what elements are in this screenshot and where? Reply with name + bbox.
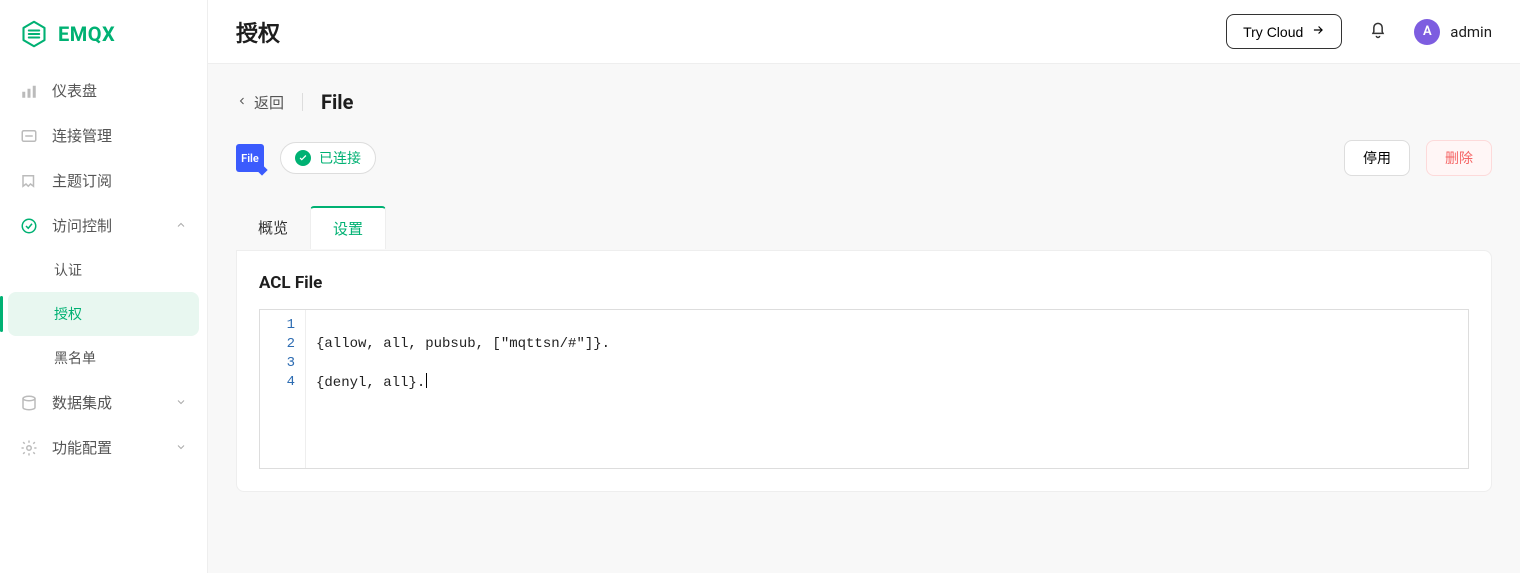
tab-settings[interactable]: 设置 — [310, 206, 386, 249]
sidebar-item-authentication[interactable]: 认证 — [0, 248, 207, 292]
sidebar-item-label: 授权 — [54, 304, 82, 324]
connections-icon — [20, 127, 38, 145]
topbar: 授权 Try Cloud A admin — [208, 0, 1520, 64]
sidebar-item-data-integration[interactable]: 数据集成 — [0, 380, 207, 425]
code-body[interactable]: {allow, all, pubsub, ["mqttsn/#"]}. {den… — [306, 310, 1468, 468]
avatar: A — [1414, 19, 1440, 45]
try-cloud-label: Try Cloud — [1243, 24, 1303, 40]
delete-button[interactable]: 删除 — [1426, 140, 1492, 176]
nav-list: 仪表盘 连接管理 主题订阅 访问控制 认证 授权 — [0, 68, 207, 470]
sidebar-item-label: 仪表盘 — [52, 80, 97, 101]
sidebar-item-authorization[interactable]: 授权 — [8, 292, 199, 336]
panel-title: ACL File — [259, 273, 1469, 293]
content: 返回 File File 已连接 停用 删除 概览 设置 ACL File — [208, 64, 1520, 573]
logo-text: EMQX — [58, 22, 115, 46]
connection-status: 已连接 — [280, 142, 376, 174]
divider — [302, 93, 303, 111]
status-text: 已连接 — [319, 148, 361, 168]
logo[interactable]: EMQX — [0, 20, 207, 68]
shield-check-icon — [20, 217, 38, 235]
back-button[interactable]: 返回 — [236, 92, 284, 113]
chevron-left-icon — [236, 93, 248, 111]
chevron-down-icon — [175, 439, 187, 457]
sidebar-item-label: 认证 — [54, 260, 82, 280]
sidebar-item-access-control[interactable]: 访问控制 — [0, 203, 207, 248]
line-gutter: 1 2 3 4 — [260, 310, 306, 468]
sidebar-item-label: 功能配置 — [52, 437, 112, 458]
code-line-4: {denyl, all}. — [316, 375, 427, 391]
sidebar-item-label: 访问控制 — [52, 215, 112, 236]
check-icon — [295, 150, 311, 166]
notifications-button[interactable] — [1364, 16, 1392, 47]
topbar-right: Try Cloud A admin — [1226, 14, 1492, 49]
code-line-2: {allow, all, pubsub, ["mqttsn/#"]}. — [316, 336, 610, 352]
breadcrumb-title: File — [321, 90, 353, 114]
sidebar-item-label: 数据集成 — [52, 392, 112, 413]
dashboard-icon — [20, 82, 38, 100]
user-menu[interactable]: A admin — [1414, 19, 1492, 45]
file-type-badge: File — [236, 144, 264, 172]
username: admin — [1450, 23, 1492, 41]
sidebar-item-subscriptions[interactable]: 主题订阅 — [0, 158, 207, 203]
logo-icon — [20, 20, 48, 48]
try-cloud-button[interactable]: Try Cloud — [1226, 14, 1342, 49]
bell-icon — [1368, 28, 1388, 43]
page-title: 授权 — [236, 16, 280, 48]
sidebar-item-connections[interactable]: 连接管理 — [0, 113, 207, 158]
integration-icon — [20, 394, 38, 412]
chevron-up-icon — [175, 217, 187, 235]
sidebar-item-label: 连接管理 — [52, 125, 112, 146]
sidebar-item-label: 主题订阅 — [52, 170, 112, 191]
tab-overview[interactable]: 概览 — [236, 206, 310, 249]
sidebar: EMQX 仪表盘 连接管理 主题订阅 访问控制 — [0, 0, 208, 573]
breadcrumb: 返回 File — [236, 90, 1492, 114]
disable-button[interactable]: 停用 — [1344, 140, 1410, 176]
back-label: 返回 — [254, 92, 284, 113]
subscriptions-icon — [20, 172, 38, 190]
tabs: 概览 设置 — [236, 206, 1492, 250]
sidebar-item-dashboard[interactable]: 仪表盘 — [0, 68, 207, 113]
arrow-right-icon — [1311, 23, 1325, 40]
gear-icon — [20, 439, 38, 457]
acl-file-editor[interactable]: 1 2 3 4 {allow, all, pubsub, ["mqttsn/#"… — [259, 309, 1469, 469]
sidebar-item-config[interactable]: 功能配置 — [0, 425, 207, 470]
sidebar-item-label: 黑名单 — [54, 348, 96, 368]
status-row: File 已连接 停用 删除 — [236, 140, 1492, 176]
settings-panel: ACL File 1 2 3 4 {allow, all, pubsub, ["… — [236, 250, 1492, 492]
sidebar-item-blacklist[interactable]: 黑名单 — [0, 336, 207, 380]
main-area: 授权 Try Cloud A admin — [208, 0, 1520, 573]
chevron-down-icon — [175, 394, 187, 412]
